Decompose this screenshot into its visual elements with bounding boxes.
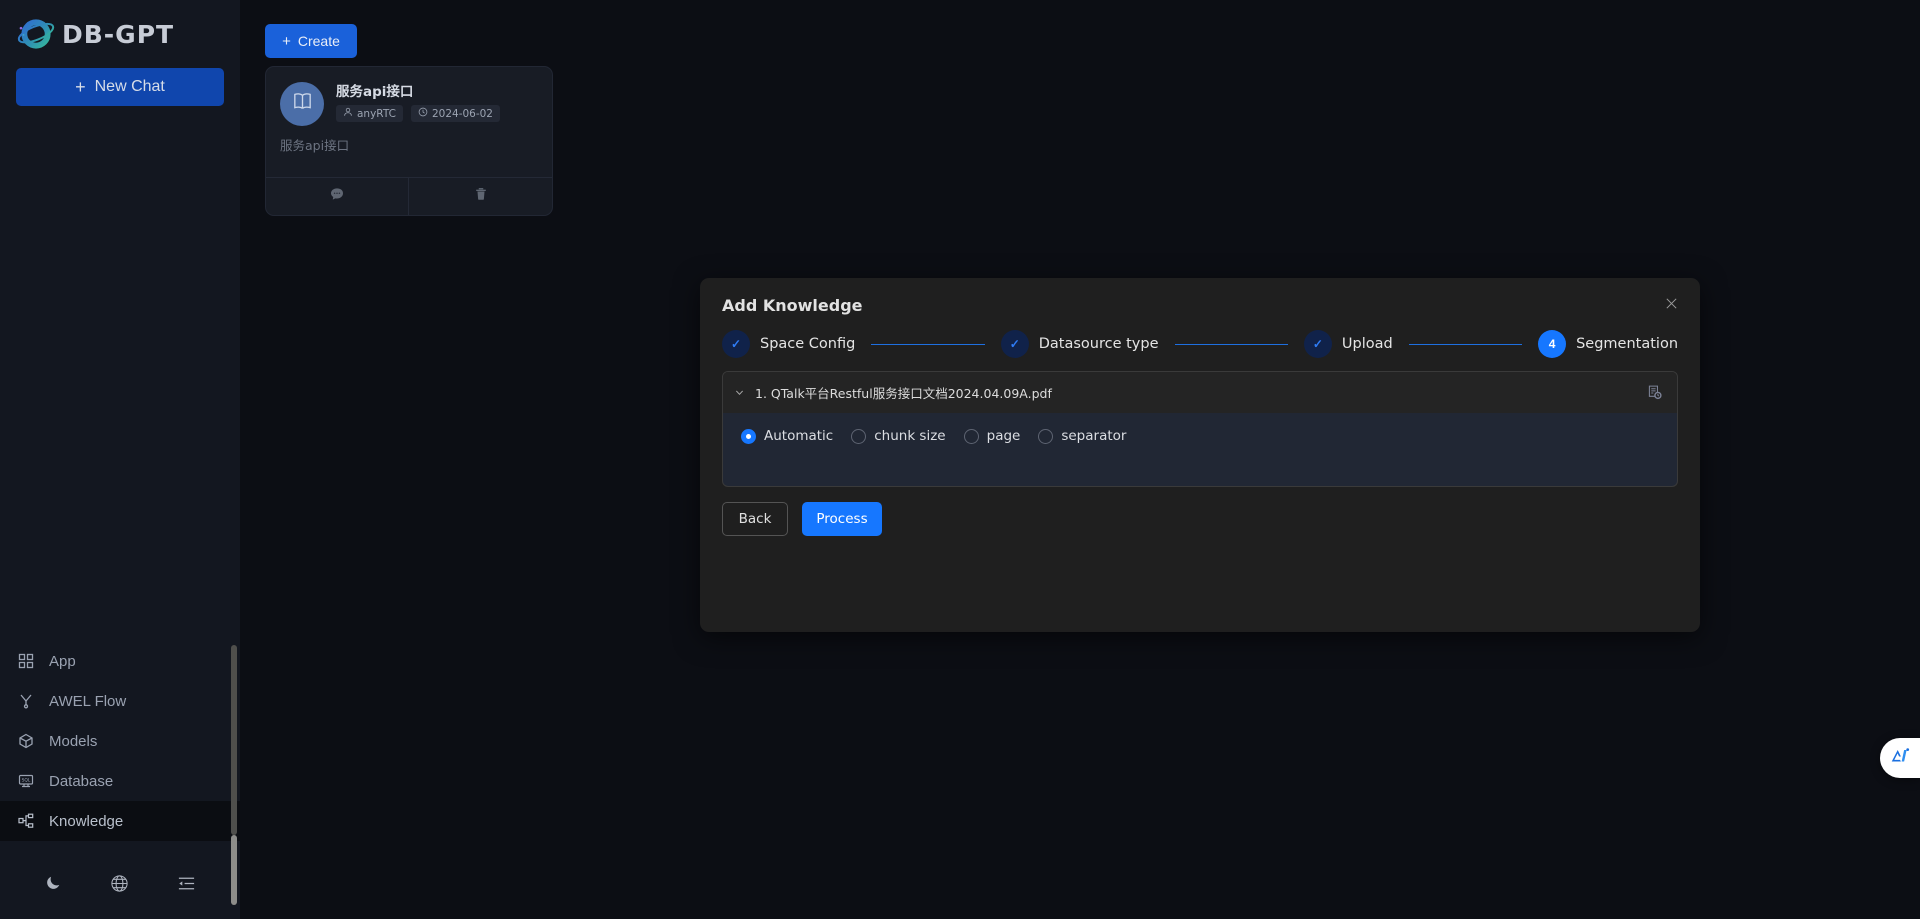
ai-assistant-icon [1889,745,1911,772]
step-marker: ✓ [1000,330,1029,358]
radio-label: Automatic [764,428,834,444]
close-icon[interactable] [1660,292,1682,314]
radio-mark-icon [1038,428,1054,444]
sidebar-item-label: App [49,652,76,670]
owner-tag: anyRTC [336,105,403,122]
stepper: ✓ Space Config ✓ Datasource type ✓ Uploa… [722,326,1678,362]
step-marker: ✓ [722,330,750,358]
plus-icon: + [75,77,86,97]
sidebar-item-database[interactable]: SQL Database [0,761,240,801]
menu-fold-icon[interactable] [176,872,198,894]
moon-icon[interactable] [42,872,64,894]
document-clock-icon[interactable] [1646,384,1663,401]
new-chat-label: New Chat [94,78,165,95]
chat-action[interactable] [266,178,409,215]
date-tag: 2024-06-02 [410,105,500,122]
user-icon [343,107,353,120]
radio-label: chunk size [874,428,946,444]
knowledge-icon [17,812,35,830]
card-title: 服务api接口 [336,84,414,100]
sidebar-item-label: Knowledge [49,812,124,830]
new-chat-button[interactable]: + New Chat [16,68,224,106]
clock-icon [418,107,428,120]
avatar [280,82,324,126]
card-body: 服务api接口 anyRTC 2024-06-02 [266,67,552,126]
step-marker: ✓ [1303,330,1332,358]
step-marker: 4 [1538,330,1567,358]
sidebar-bottom-toolbar [0,847,240,919]
flow-icon [17,692,35,710]
owner-label: anyRTC [357,107,396,120]
step-label: Segmentation [1576,336,1679,352]
sidebar-item-knowledge[interactable]: Knowledge [0,801,240,841]
book-icon [291,90,314,118]
step-connector [871,343,985,345]
create-button[interactable]: + Create [265,24,357,58]
process-button[interactable]: Process [802,502,882,536]
step-connector [1408,343,1523,345]
add-knowledge-modal: Add Knowledge ✓ Space Config ✓ Datasourc… [700,278,1700,632]
sidebar-scrollbar[interactable] [231,25,237,905]
date-label: 2024-06-02 [431,107,493,120]
radio-mark-icon [963,428,979,444]
segmentation-options: Automatic chunk size page separator [722,413,1678,487]
ai-assistant-button[interactable] [1880,738,1920,778]
radio-mark-icon [741,428,756,444]
step-upload[interactable]: ✓ Upload [1303,330,1393,358]
plus-icon: + [282,32,291,50]
step-space-config[interactable]: ✓ Space Config [722,330,855,358]
modal-actions: Back Process [722,502,882,536]
radio-label: page [986,428,1021,444]
delete-action[interactable] [409,178,552,215]
cube-icon [17,732,35,750]
scrollbar-thumb[interactable] [231,835,237,905]
svg-text:SQL: SQL [22,777,31,783]
card-description: 服务api接口 [280,138,350,153]
file-row[interactable]: 1. QTalk平台Restful服务接口文档2024.04.09A.pdf [723,372,1677,414]
chat-icon [329,186,345,207]
sidebar: DB-GPT + New Chat App AWEL Flow Models S… [0,0,240,919]
sidebar-item-models[interactable]: Models [0,721,240,761]
sidebar-nav: App AWEL Flow Models SQL Database Knowle… [0,641,240,847]
globe-icon[interactable] [109,872,131,894]
brand-name: DB-GPT [62,19,175,49]
grid-icon [17,652,35,670]
sidebar-item-label: Database [49,772,114,790]
file-name: 1. QTalk平台Restful服务接口文档2024.04.09A.pdf [755,386,1052,401]
sidebar-item-label: AWEL Flow [49,692,127,710]
step-segmentation[interactable]: 4 Segmentation [1538,330,1678,358]
modal-title: Add Knowledge [722,296,863,315]
sidebar-item-awel-flow[interactable]: AWEL Flow [0,681,240,721]
radio-label: separator [1061,428,1127,444]
scrollbar-track [231,645,237,835]
step-label: Space Config [760,336,856,352]
radio-page[interactable]: page [963,428,1021,444]
card-tags: anyRTC 2024-06-02 [336,105,538,122]
main-content: + Create 服务api接口 anyRTC 2024-06-02 服务api… [240,0,1920,919]
knowledge-space-card[interactable]: 服务api接口 anyRTC 2024-06-02 服务api接口 [265,66,553,216]
brand-logo[interactable]: DB-GPT [0,0,240,62]
radio-mark-icon [851,428,867,444]
step-label: Datasource type [1038,336,1159,352]
create-label: Create [297,33,340,49]
sidebar-item-label: Models [49,732,98,750]
chevron-down-icon[interactable] [734,387,745,398]
database-icon: SQL [17,772,35,790]
planet-logo-icon [16,14,56,54]
delete-icon [473,186,489,207]
radio-separator[interactable]: separator [1038,428,1126,444]
radio-automatic[interactable]: Automatic [741,428,833,444]
sidebar-item-app[interactable]: App [0,641,240,681]
step-connector [1174,343,1288,345]
card-info: 服务api接口 anyRTC 2024-06-02 [324,80,538,126]
radio-chunk-size[interactable]: chunk size [851,428,946,444]
step-datasource-type[interactable]: ✓ Datasource type [1000,330,1159,358]
card-actions [266,177,552,215]
step-label: Upload [1341,336,1393,352]
back-button[interactable]: Back [722,502,788,536]
